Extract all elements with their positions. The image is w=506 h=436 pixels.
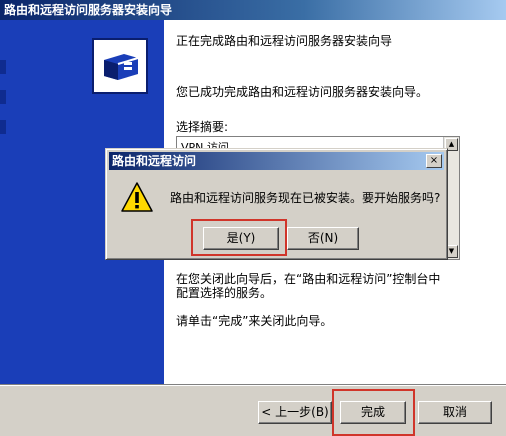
finish-highlight-box [332,389,415,436]
close-icon[interactable]: × [426,154,442,168]
yes-highlight-box [191,219,287,256]
back-button[interactable]: < 上一步(B) [258,401,332,424]
wizard-title-bar: 路由和远程访问服务器安装向导 [0,0,506,20]
network-server-icon [92,38,148,94]
success-text: 您已成功完成路由和远程访问服务器安装向导。 [176,85,429,99]
click-finish-text: 请单击“完成”来关闭此向导。 [176,314,333,328]
dialog-title-bar: 路由和远程访问 × [109,152,444,170]
no-button[interactable]: 否(N) [287,227,359,250]
summary-label: 选择摘要: [176,120,229,134]
banner-stripe [0,60,6,74]
dialog-message: 路由和远程访问服务现在已被安装。要开始服务吗? [170,191,441,205]
after-close-text-line2: 配置选择的服务。 [176,286,273,300]
wizard-divider [0,384,506,386]
banner-stripe [0,90,6,104]
warning-icon [120,181,154,213]
wizard-heading: 正在完成路由和远程访问服务器安装向导 [176,34,393,48]
wizard-title: 路由和远程访问服务器安装向导 [4,3,173,17]
cancel-button[interactable]: 取消 [418,401,492,424]
dialog-title: 路由和远程访问 [112,154,197,168]
banner-stripe [0,120,6,134]
